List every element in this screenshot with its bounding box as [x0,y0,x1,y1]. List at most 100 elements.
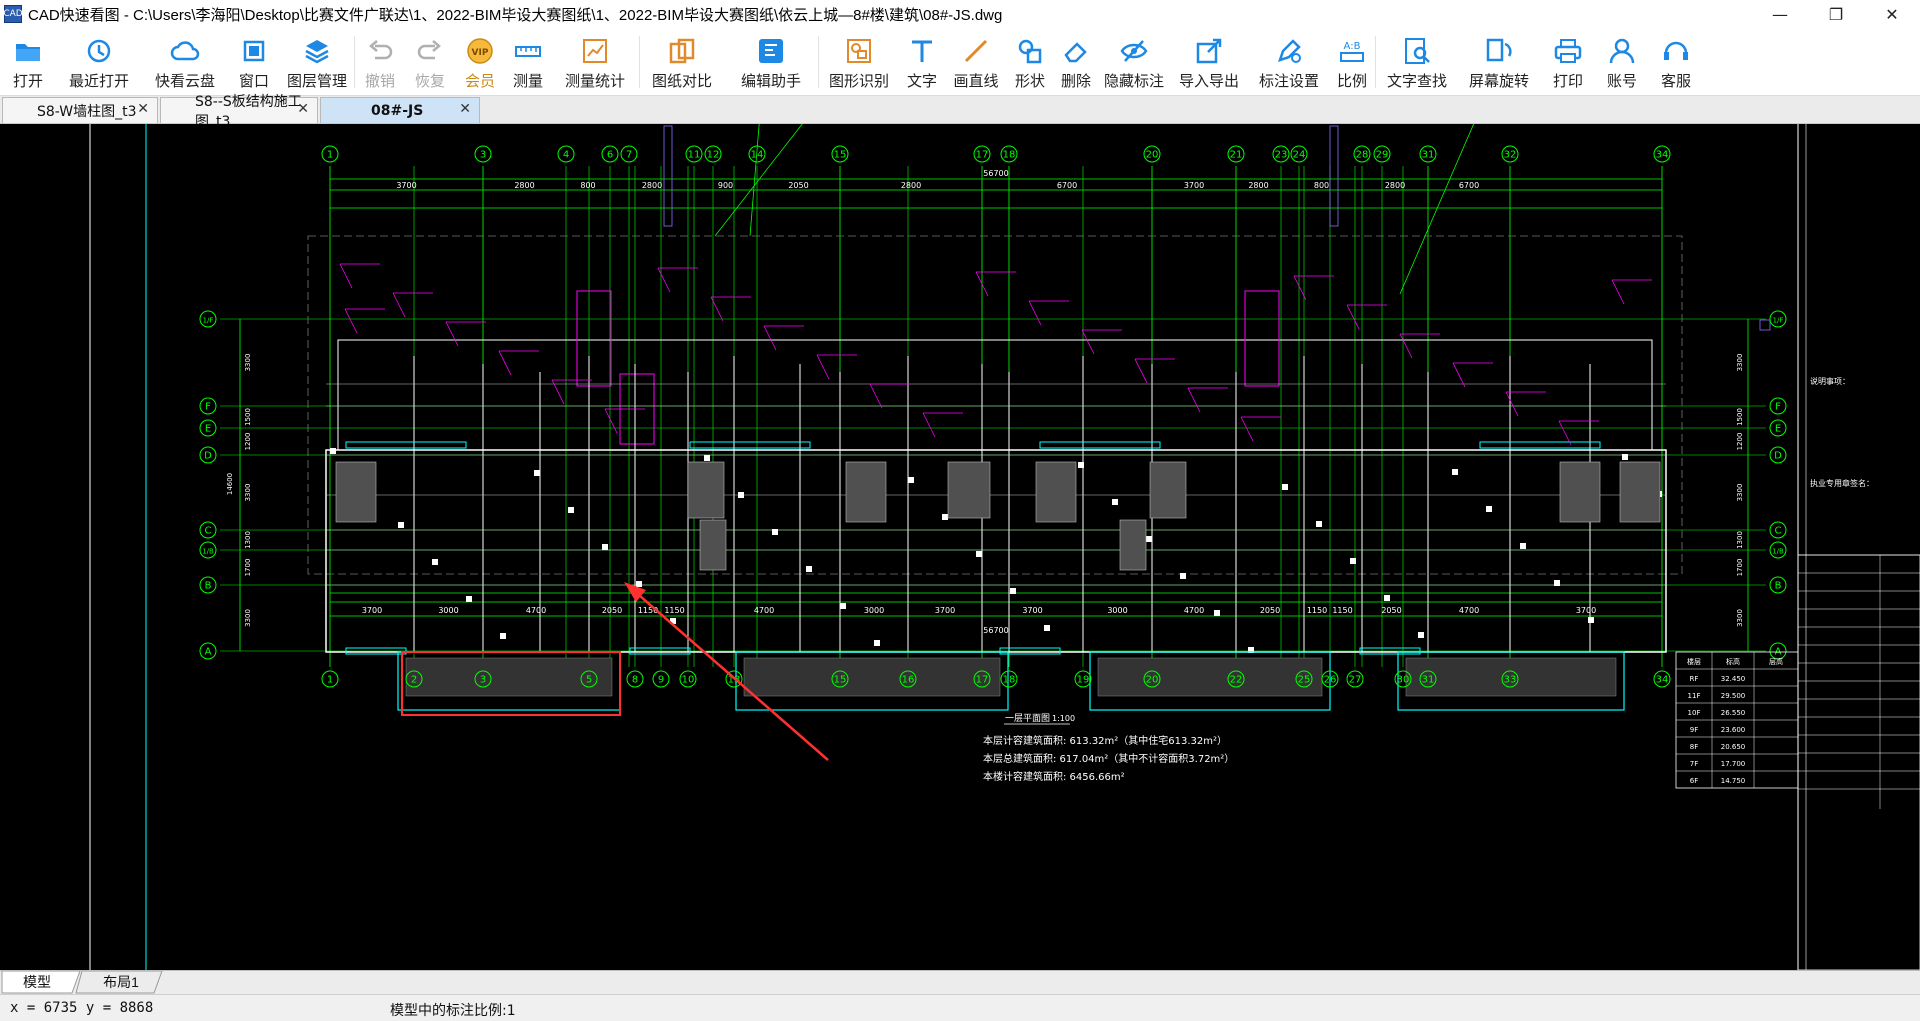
customer-service-button[interactable]: 客服 [1648,28,1704,96]
column [976,551,982,557]
cloud-drive-button[interactable]: 快看云盘 [142,28,228,96]
annotation-line [763,325,777,351]
column [602,544,608,550]
draw-line-button[interactable]: 画直线 [945,28,1007,96]
close-window-button[interactable]: ✕ [1864,0,1920,28]
hide-annotations-label: 隐藏标注 [1103,73,1164,90]
close-icon[interactable]: ✕ [137,101,149,117]
shapes-icon [1015,36,1045,66]
cad-drawing[interactable]: 3700 2800 800 2800 900 2050 2800 6700 3700 2800 80… [0,124,1920,970]
text-search-button[interactable]: 文字查找 [1376,28,1458,96]
column [942,514,948,520]
area-note-3: 本楼计容建筑面积: 6456.66m² [983,770,1125,783]
tab-layout1[interactable]: 布局1 [84,971,158,993]
annotation-line [392,292,406,318]
measure-stats-button[interactable]: 测量统计 [551,28,639,96]
level-table-cell: 14.750 [1721,777,1746,785]
leader-line [714,124,803,237]
line-icon [961,36,991,66]
cloud-label: 快看云盘 [154,73,215,90]
window-label: 窗口 [238,73,269,90]
shape-tool-button[interactable]: 形状 [1007,28,1053,96]
side-note-2: 执业专用章签名： [1810,478,1874,488]
account-button[interactable]: 账号 [1596,28,1648,96]
edit-helper-button[interactable]: 编辑助手 [724,28,818,96]
grid-axis-bottom-label: 17 [976,675,989,686]
column [1350,558,1356,564]
grid-axis-left-label: B [205,581,212,592]
drawing-compare-button[interactable]: 图纸对比 [640,28,724,96]
tab-model[interactable]: 模型 [2,971,72,993]
main-toolbar: 打开 最近打开 快看云盘 窗口 图层管理 撤销 恢复 VIP 会员 测量 测量统… [0,28,1920,96]
drawing-canvas[interactable]: 3700 2800 800 2800 900 2050 2800 6700 3700 2800 80… [0,124,1920,970]
annotation-line [1558,420,1572,446]
restore-button[interactable]: ❐ [1808,0,1864,28]
grid-axis-top-label: 17 [976,150,989,161]
hide-annotations-button[interactable]: 隐藏标注 [1099,28,1169,96]
column [1112,499,1118,505]
open-button[interactable]: 打开 [0,28,56,96]
tab-wall-column[interactable]: S8-W墙柱图_t3 ✕ [2,97,158,123]
grid-axis-top-label: 3 [480,150,486,161]
measure-button[interactable]: 测量 [505,28,551,96]
close-icon[interactable]: ✕ [459,101,471,117]
level-table-cell: RF [1690,675,1699,683]
scale-button[interactable]: A:B 比例 [1329,28,1375,96]
close-icon[interactable]: ✕ [297,101,309,117]
grid-axis-top-label: 34 [1656,150,1669,161]
screen-rotate-button[interactable]: 屏幕旋转 [1458,28,1540,96]
dimension-text: 3700 [1022,606,1042,615]
window [1479,441,1601,449]
balcony-hatch [743,657,1001,697]
vip-member-button[interactable]: VIP 会员 [455,28,505,96]
column [1282,484,1288,490]
room-hatch [1035,461,1077,523]
scale-icon-text: A:B [1344,41,1361,52]
ruler-icon [513,36,543,66]
tag-marker [1329,125,1339,227]
minimize-button[interactable]: — [1752,0,1808,28]
measure-chart-icon [580,36,610,66]
text-tool-button[interactable]: 文字 [899,28,945,96]
annotation-line [1452,362,1466,388]
undo-button[interactable]: 撤销 [355,28,405,96]
floor-plan-walls [307,235,1683,711]
window [689,441,811,449]
dimension-text: 3300 [1736,354,1744,372]
delete-button[interactable]: 删除 [1053,28,1099,96]
grid-axis-top-label: 31 [1422,150,1435,161]
room-hatch [335,461,377,523]
dimension-text: 2050 [602,606,622,615]
layer-manager-button[interactable]: 图层管理 [280,28,354,96]
screen-rotate-label: 屏幕旋转 [1468,73,1529,90]
column [534,470,540,476]
grid-axis-bottom-label: 22 [1230,675,1243,686]
dimension-text: 4700 [1184,606,1204,615]
column [330,448,336,454]
redo-button[interactable]: 恢复 [405,28,455,96]
column [466,596,472,602]
grid-axis-bottom-label: 26 [1324,675,1337,686]
tab-08-js[interactable]: 08#-JS ✕ [320,97,480,123]
print-button[interactable]: 打印 [1540,28,1596,96]
annotation-settings-button[interactable]: 标注设置 [1249,28,1329,96]
recent-button[interactable]: 最近打开 [56,28,142,96]
level-table-cell: 9F [1690,726,1698,734]
import-export-button[interactable]: 导入导出 [1169,28,1249,96]
tab-slab-structure[interactable]: S8--S板结构施工图_t3 ✕ [160,94,318,130]
column [738,492,744,498]
shape-recognition-button[interactable]: 图形识别 [819,28,899,96]
column [1588,617,1594,623]
shape-recognition-icon [844,36,874,66]
dimension-text: 3000 [1107,606,1127,615]
level-table-cell: 23.600 [1721,726,1746,734]
dimension-text: 3700 [935,606,955,615]
window-menu-button[interactable]: 窗口 [228,28,280,96]
dimension-text: 3700 [1184,181,1204,190]
column [1452,469,1458,475]
level-table-cell: 11F [1688,692,1701,700]
shape-tool-label: 形状 [1014,73,1045,90]
grid-axis-top-label: 4 [563,150,569,161]
vip-badge-text: VIP [472,48,489,58]
column [704,455,710,461]
